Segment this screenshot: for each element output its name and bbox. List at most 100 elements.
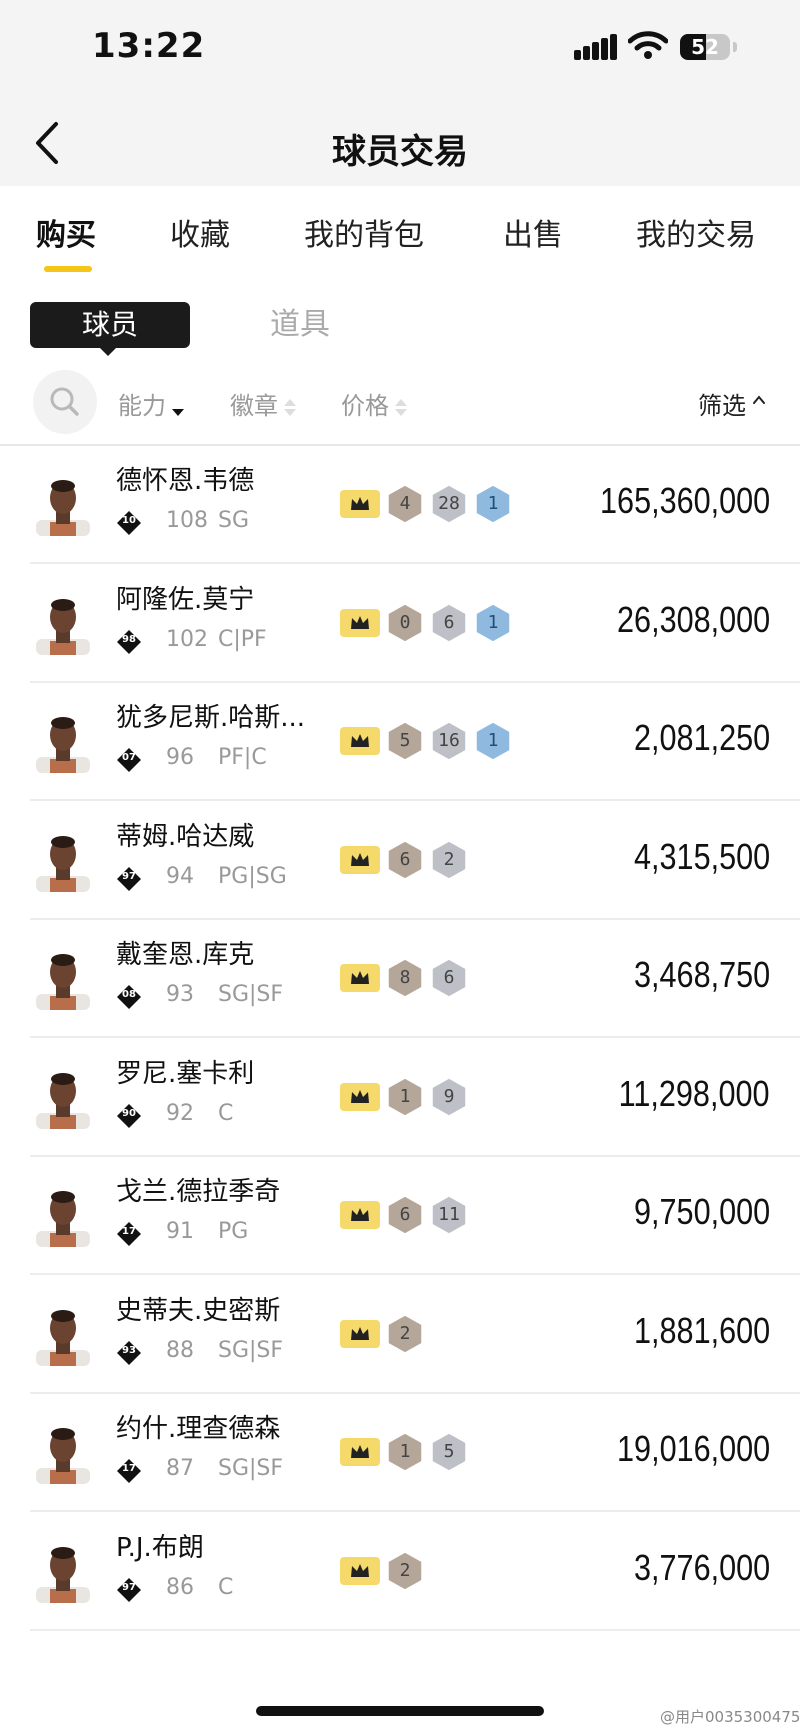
player-name: 约什.理查德森	[116, 1414, 281, 1444]
badge-count: 8	[399, 967, 411, 988]
player-row[interactable]: P.J.布朗 97 86 C 2 3,776,000	[0, 1513, 800, 1631]
badge-count: 1	[399, 1085, 411, 1107]
badge-count: 5	[399, 730, 411, 751]
player-price: 4,315,500	[633, 835, 770, 877]
tab-my-trades[interactable]: 我的交易	[636, 210, 756, 254]
badge-count: 2	[399, 1559, 411, 1581]
player-row[interactable]: 戴奎恩.库克 08 93 SG|SF 8 6 3,468,750	[0, 920, 800, 1038]
player-rank: 10	[122, 515, 136, 526]
badge-count: 9	[443, 1085, 455, 1107]
player-row[interactable]: 罗尼.塞卡利 90 92 C 1 9 11,298,000	[0, 1039, 800, 1157]
subtab-players[interactable]: 球员	[30, 302, 190, 348]
badge-count: 11	[438, 1204, 460, 1225]
search-button[interactable]	[33, 370, 97, 434]
battery-nub	[733, 42, 737, 52]
player-position: SG|SF	[218, 1456, 284, 1481]
player-row[interactable]: 阿隆佐.莫宁 98 102 C|PF 0 6 1 26,308,000	[0, 565, 800, 683]
badge-count: 1	[487, 730, 499, 751]
page-title: 球员交易	[332, 132, 468, 172]
crown-badge-icon	[340, 1556, 380, 1585]
player-rank: 90	[122, 1107, 136, 1119]
sort-ability-label: 能力	[118, 392, 166, 420]
player-name: 罗尼.塞卡利	[116, 1058, 255, 1089]
player-price: 2,081,250	[633, 717, 770, 758]
player-price: 26,308,000	[616, 598, 770, 640]
subtab-items[interactable]: 道具	[270, 302, 330, 348]
badge-count: 6	[399, 848, 411, 870]
player-overall: 94	[166, 863, 194, 889]
sort-ability[interactable]: 能力	[118, 386, 184, 421]
badge-count: 6	[443, 967, 455, 988]
player-avatar	[36, 1072, 90, 1129]
sort-price-label: 价格	[341, 392, 389, 420]
sort-badges[interactable]: 徽章	[230, 386, 296, 421]
crown-badge-icon	[340, 1082, 380, 1111]
player-row[interactable]: 戈兰.德拉季奇 17 91 PG 6 11 9,750,000	[0, 1157, 800, 1275]
badge-count: 16	[438, 730, 460, 751]
badge-count: 6	[399, 1204, 411, 1225]
player-name: 犹多尼斯.哈斯...	[116, 703, 306, 733]
badge-count: 1	[399, 1441, 411, 1462]
crown-badge-icon	[340, 964, 380, 992]
player-row[interactable]: 约什.理查德森 17 87 SG|SF 1 5 19,016,000	[0, 1394, 800, 1512]
status-time: 13:22	[92, 26, 206, 66]
player-avatar	[36, 717, 90, 773]
player-name: 戴奎恩.库克	[116, 940, 255, 970]
player-name: P.J.布朗	[116, 1532, 204, 1563]
row-divider	[30, 1628, 800, 1631]
player-price: 1,881,600	[633, 1309, 770, 1351]
player-overall: 91	[166, 1219, 194, 1244]
filter-button[interactable]: 筛选	[698, 386, 746, 421]
tab-sell[interactable]: 出售	[503, 210, 563, 254]
player-row[interactable]: 史蒂夫.史密斯 93 88 SG|SF 2 1,881,600	[0, 1276, 800, 1394]
badge-count: 6	[443, 611, 455, 633]
crown-badge-icon	[340, 608, 380, 637]
player-price: 11,298,000	[619, 1072, 770, 1114]
player-avatar	[36, 1309, 90, 1366]
player-position: PF|C	[218, 745, 267, 770]
badge-count: 2	[399, 1322, 411, 1344]
active-tab-indicator	[44, 266, 92, 272]
player-position: SG	[218, 508, 250, 533]
player-rank: 93	[122, 1344, 136, 1356]
battery-level: 52	[691, 35, 719, 59]
crown-badge-icon	[340, 727, 380, 755]
subtab-pointer	[98, 346, 118, 356]
sort-price[interactable]: 价格	[341, 386, 407, 421]
player-avatar	[36, 835, 90, 892]
player-name: 戈兰.德拉季奇	[116, 1177, 281, 1207]
player-position: PG|SG	[218, 863, 287, 889]
player-row[interactable]: 德怀恩.韦德 10 108 SG 4 28 1 165,360,000	[0, 446, 800, 564]
player-rank: 98	[122, 633, 136, 645]
player-name: 蒂姆.哈达威	[116, 821, 255, 852]
player-avatar	[36, 480, 90, 536]
chevron-up-icon[interactable]	[752, 393, 766, 407]
badge-count: 2	[443, 848, 455, 870]
tab-buy[interactable]: 购买	[36, 210, 96, 254]
player-overall: 102	[166, 626, 208, 652]
player-avatar	[36, 1428, 90, 1484]
player-row[interactable]: 蒂姆.哈达威 97 94 PG|SG 6 2 4,315,500	[0, 802, 800, 920]
badge-count: 5	[443, 1441, 455, 1462]
cellular-signal-icon	[574, 34, 618, 60]
player-name: 阿隆佐.莫宁	[116, 584, 255, 615]
player-overall: 87	[166, 1456, 194, 1481]
tab-my-backpack[interactable]: 我的背包	[304, 210, 424, 254]
player-price: 9,750,000	[633, 1191, 770, 1232]
home-indicator	[256, 1706, 544, 1716]
battery-icon: 52	[680, 34, 730, 60]
player-position: C	[218, 1100, 234, 1126]
player-overall: 88	[166, 1337, 194, 1363]
player-price: 3,776,000	[633, 1546, 770, 1588]
search-icon	[50, 387, 79, 416]
player-overall: 93	[166, 982, 194, 1007]
crown-badge-icon	[340, 845, 380, 874]
player-position: SG|SF	[218, 1337, 284, 1363]
crown-badge-icon	[340, 490, 380, 518]
tab-favorites[interactable]: 收藏	[170, 210, 230, 254]
player-overall: 86	[166, 1574, 194, 1600]
player-row[interactable]: 犹多尼斯.哈斯... 07 96 PF|C 5 16 1 2,081,250	[0, 683, 800, 801]
player-avatar	[36, 954, 90, 1010]
wifi-icon	[628, 31, 668, 59]
player-name: 史蒂夫.史密斯	[116, 1295, 281, 1326]
